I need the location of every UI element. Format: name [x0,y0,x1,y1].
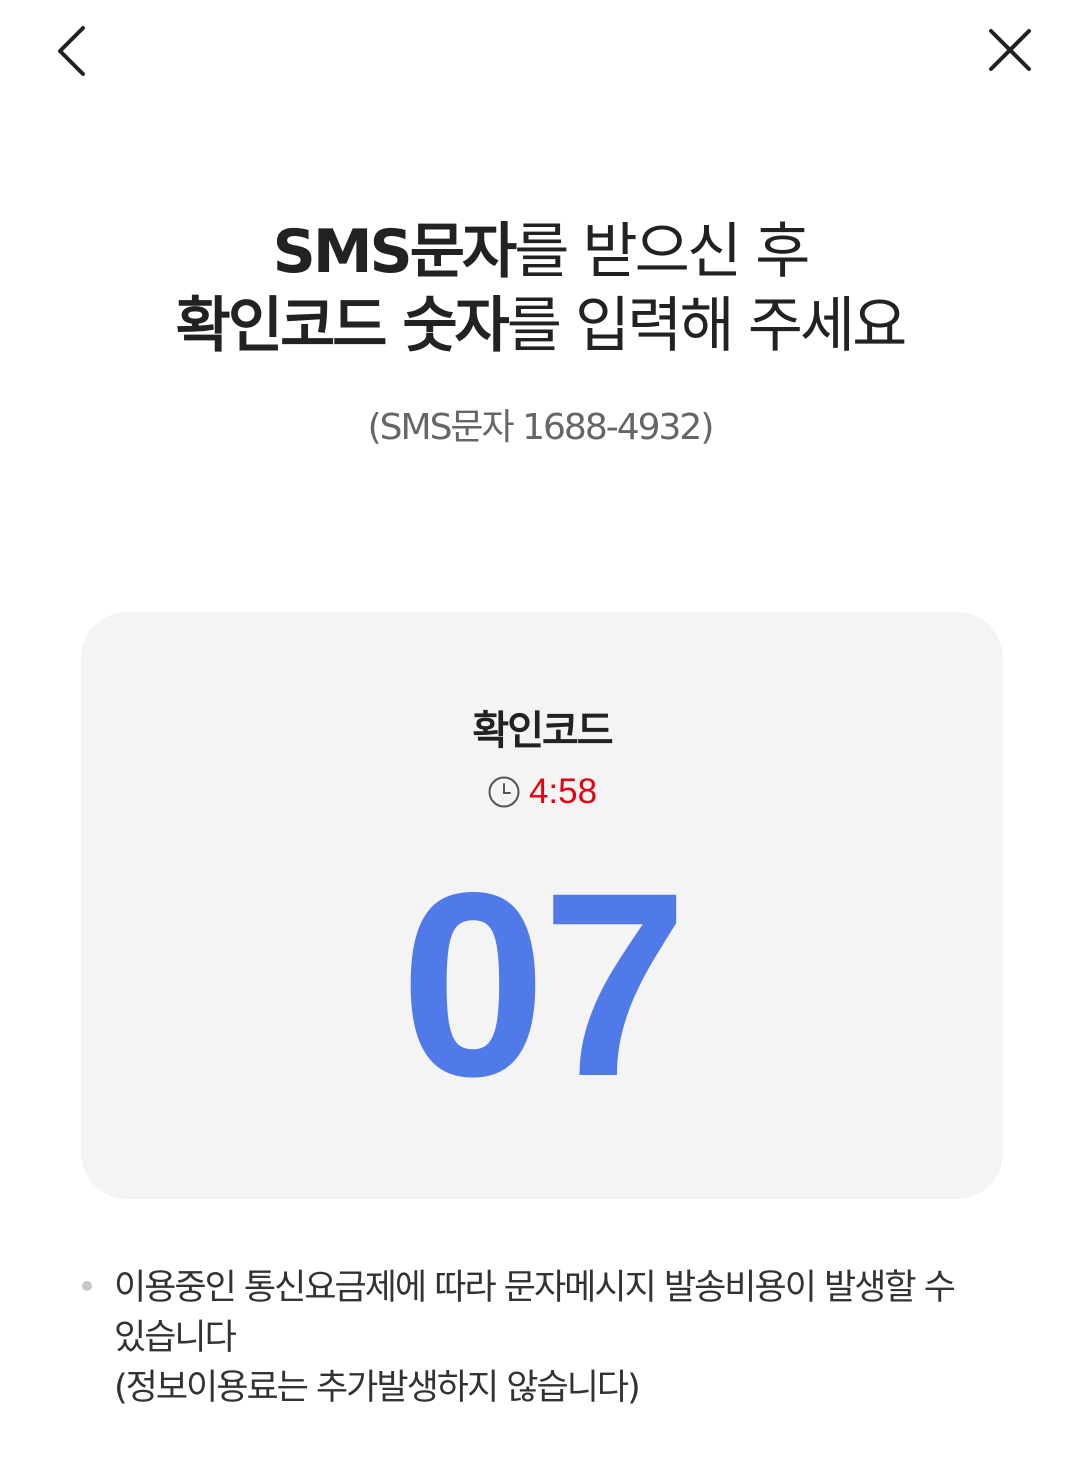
clock-icon [487,775,521,809]
verification-code-card: 확인코드 4:58 07 [81,612,1003,1199]
close-button[interactable] [975,16,1045,86]
back-button[interactable] [38,16,108,86]
code-label: 확인코드 [472,708,613,754]
title-line-2-bold: 확인코드 숫자 [175,291,510,361]
sms-sender-number: (SMS문자 1688-4932) [367,407,715,448]
top-bar [0,0,1080,110]
countdown-timer: 4:58 [81,772,1003,812]
timer-value: 4:58 [528,772,598,811]
chevron-left-icon [38,16,108,86]
notice-line-1: 이용중인 통신요금제에 따라 문자메시지 발송비용이 발생할 수 [114,1268,956,1308]
notice-line-3: (정보이용료는 추가발생하지 않습니다) [114,1368,641,1408]
notice-text: 이용중인 통신요금제에 따라 문자메시지 발송비용이 발생할 수 있습니다 (정… [114,1263,1000,1413]
bullet-icon [82,1281,92,1291]
page-title: SMS문자를 받으신 후 확인코드 숫자를 입력해 주세요 [0,215,1080,363]
title-line-1-bold: SMS문자 [272,217,518,287]
close-icon [975,16,1045,86]
title-line-2-rest: 를 입력해 주세요 [506,291,908,361]
verification-code: 07 [400,838,687,1131]
title-line-1-rest: 를 받으신 후 [514,217,810,287]
notice: 이용중인 통신요금제에 따라 문자메시지 발송비용이 발생할 수 있습니다 (정… [80,1263,1000,1413]
notice-line-2: 있습니다 [114,1318,237,1358]
title-line-2: 확인코드 숫자를 입력해 주세요 [0,289,1080,363]
title-line-1: SMS문자를 받으신 후 [0,215,1080,289]
